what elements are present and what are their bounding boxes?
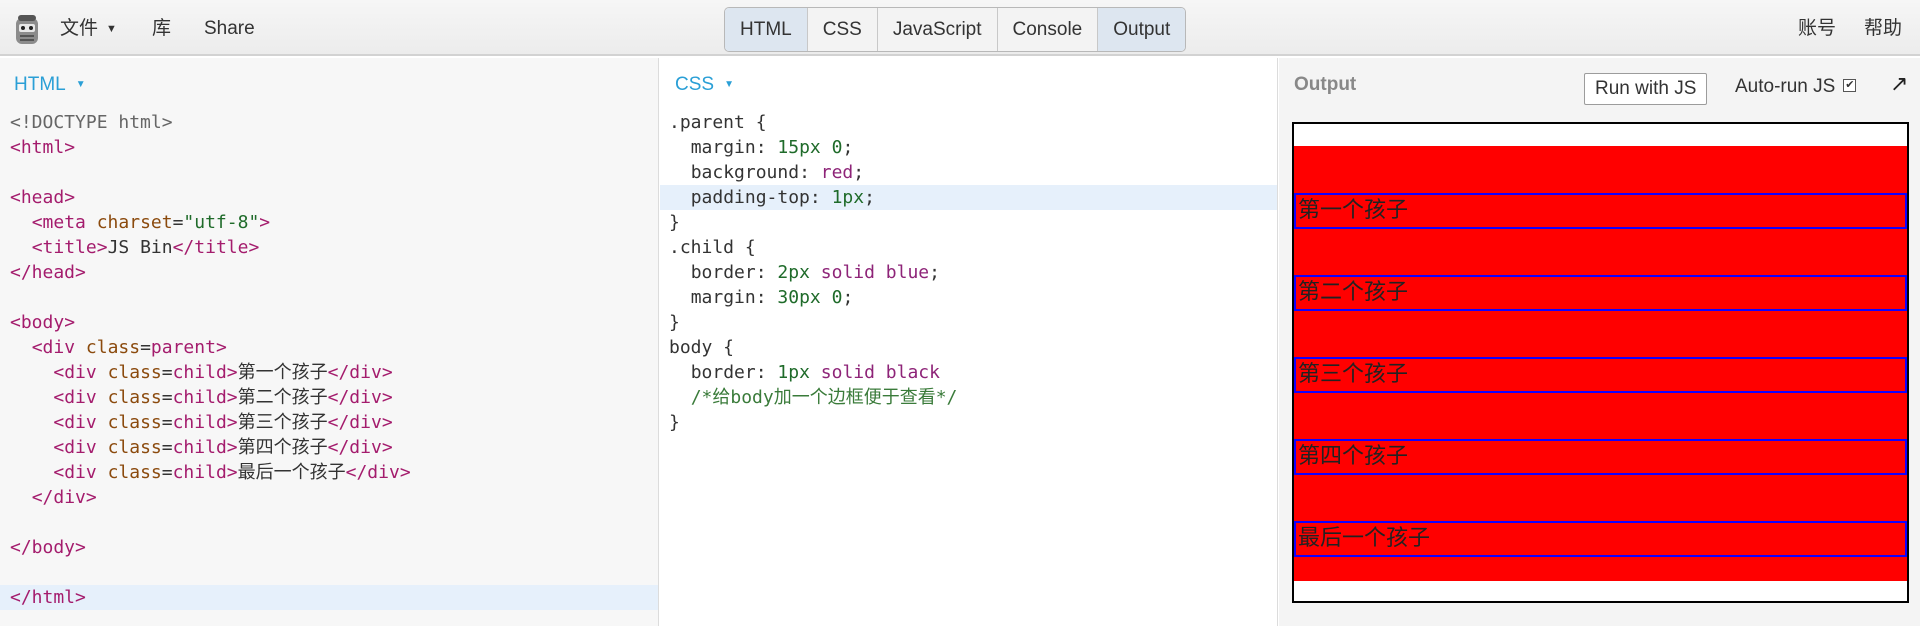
child-block: 第一个孩子 <box>1294 193 1907 229</box>
html-code-line[interactable]: ​ <box>0 160 658 185</box>
html-code-line[interactable]: <body> <box>0 310 658 335</box>
css-code-line[interactable]: margin: 15px 0; <box>660 135 1277 160</box>
css-code-line[interactable]: /*给body加一个边框便于查看*/ <box>660 385 1277 410</box>
autorun-label: Auto-run JS <box>1735 76 1836 97</box>
tab-output[interactable]: Output <box>1098 8 1186 51</box>
css-editor-pane: CSS ▼ .parent { margin: 15px 0; backgroun… <box>660 58 1278 626</box>
html-code-line[interactable]: </html> <box>0 585 658 610</box>
html-code-line[interactable]: <div class=child>第三个孩子</div> <box>0 410 658 435</box>
tab-javascript[interactable]: JavaScript <box>878 8 998 51</box>
autorun-checkbox[interactable]: ✔ <box>1843 79 1857 92</box>
html-code-line[interactable]: ​ <box>0 285 658 310</box>
file-menu-label: 文件 <box>60 18 99 39</box>
html-code-line[interactable]: <div class=parent> <box>0 335 658 360</box>
html-code-line[interactable]: <div class=child>第一个孩子</div> <box>0 360 658 385</box>
css-code-line[interactable]: .child { <box>660 235 1277 260</box>
tab-console[interactable]: Console <box>998 8 1099 51</box>
output-preview-frame: 第一个孩子 第二个孩子 第三个孩子 第四个孩子 最后一个孩子 <box>1292 122 1909 603</box>
html-code-line[interactable]: ​ <box>0 560 658 585</box>
css-code-editor[interactable]: .parent { margin: 15px 0; background: re… <box>660 110 1277 435</box>
jsbin-logo-icon[interactable] <box>12 12 42 46</box>
html-code-line[interactable]: </head> <box>0 260 658 285</box>
library-menu[interactable]: 库 <box>152 0 171 56</box>
html-code-line[interactable]: <div class=child>第二个孩子</div> <box>0 385 658 410</box>
css-code-line[interactable]: } <box>660 210 1277 235</box>
html-code-line[interactable]: <meta charset="utf-8"> <box>0 210 658 235</box>
tab-css[interactable]: CSS <box>808 8 878 51</box>
html-code-line[interactable]: <div class=child>最后一个孩子</div> <box>0 460 658 485</box>
html-code-line[interactable]: <title>JS Bin</title> <box>0 235 658 260</box>
autorun-toggle[interactable]: Auto-run JS ✔ <box>1735 76 1857 98</box>
output-pane-label: Output <box>1294 74 1357 95</box>
account-link[interactable]: 账号 <box>1798 0 1836 56</box>
output-pane: Output Run with JS Auto-run JS ✔ ↗ 第一个孩子 … <box>1279 58 1920 626</box>
html-pane-title: HTML <box>14 74 66 95</box>
css-code-line[interactable]: margin: 30px 0; <box>660 285 1277 310</box>
css-pane-label[interactable]: CSS ▼ <box>675 74 734 96</box>
css-code-line[interactable]: .parent { <box>660 110 1277 135</box>
child-block: 第四个孩子 <box>1294 439 1907 475</box>
css-code-line[interactable]: border: 2px solid blue; <box>660 260 1277 285</box>
html-code-line[interactable]: </body> <box>0 535 658 560</box>
html-pane-label[interactable]: HTML ▼ <box>14 74 86 96</box>
help-link[interactable]: 帮助 <box>1864 0 1902 56</box>
html-code-line[interactable]: </div> <box>0 485 658 510</box>
caret-down-icon: ▼ <box>75 79 86 90</box>
share-menu[interactable]: Share <box>204 0 255 56</box>
html-editor-pane: HTML▼ <!DOCTYPE html><html>​<head> <meta… <box>0 58 659 626</box>
file-menu[interactable]: 文件 ▼ <box>60 0 117 56</box>
css-code-line[interactable]: body { <box>660 335 1277 360</box>
html-code-line[interactable]: <!DOCTYPE html> <box>0 110 658 135</box>
css-code-line[interactable]: background: red; <box>660 160 1277 185</box>
top-toolbar: 文件 ▼ 库 Share HTML CSS JavaScript Console … <box>0 0 1920 56</box>
css-pane-title: CSS <box>675 74 715 95</box>
child-block: 最后一个孩子 <box>1294 521 1907 557</box>
popout-arrow-icon[interactable]: ↗ <box>1890 71 1908 97</box>
child-block: 第二个孩子 <box>1294 275 1907 311</box>
child-block: 第三个孩子 <box>1294 357 1907 393</box>
html-code-line[interactable]: <div class=child>第四个孩子</div> <box>0 435 658 460</box>
parent-block: 第一个孩子 第二个孩子 第三个孩子 第四个孩子 最后一个孩子 <box>1294 146 1907 581</box>
caret-down-icon: ▼ <box>106 23 117 35</box>
html-code-line[interactable]: <head> <box>0 185 658 210</box>
css-code-line[interactable]: padding-top: 1px; <box>660 185 1277 210</box>
html-code-line[interactable]: ​ <box>0 510 658 535</box>
css-code-line[interactable]: border: 1px solid black <box>660 360 1277 385</box>
caret-down-icon: ▼ <box>724 79 734 90</box>
html-code-editor[interactable]: <!DOCTYPE html><html>​<head> <meta chars… <box>0 110 658 610</box>
html-code-line[interactable]: <html> <box>0 135 658 160</box>
run-with-js-button[interactable]: Run with JS <box>1584 73 1708 105</box>
css-code-line[interactable]: } <box>660 310 1277 335</box>
tab-html[interactable]: HTML <box>725 8 808 51</box>
panel-tabs: HTML CSS JavaScript Console Output <box>724 7 1187 52</box>
css-code-line[interactable]: } <box>660 410 1277 435</box>
